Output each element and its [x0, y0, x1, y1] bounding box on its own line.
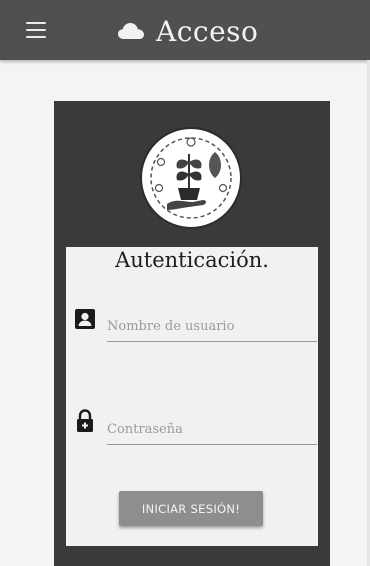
account-box-icon [75, 309, 95, 329]
hamburger-menu-icon[interactable] [26, 22, 46, 38]
page-title: Acceso [156, 14, 259, 48]
logo-graphic [150, 137, 232, 219]
cloud-icon [118, 23, 144, 39]
lock-plus-icon [77, 409, 93, 432]
app-title-group: Acceso [118, 12, 258, 50]
username-input[interactable] [107, 312, 317, 342]
auth-heading: Autenticación. [115, 248, 269, 272]
plant-in-hand-logo [140, 127, 242, 229]
password-input[interactable] [107, 415, 317, 445]
login-button[interactable]: INICIAR SESIÓN! [119, 491, 263, 526]
app-bar: Acceso [0, 0, 370, 60]
